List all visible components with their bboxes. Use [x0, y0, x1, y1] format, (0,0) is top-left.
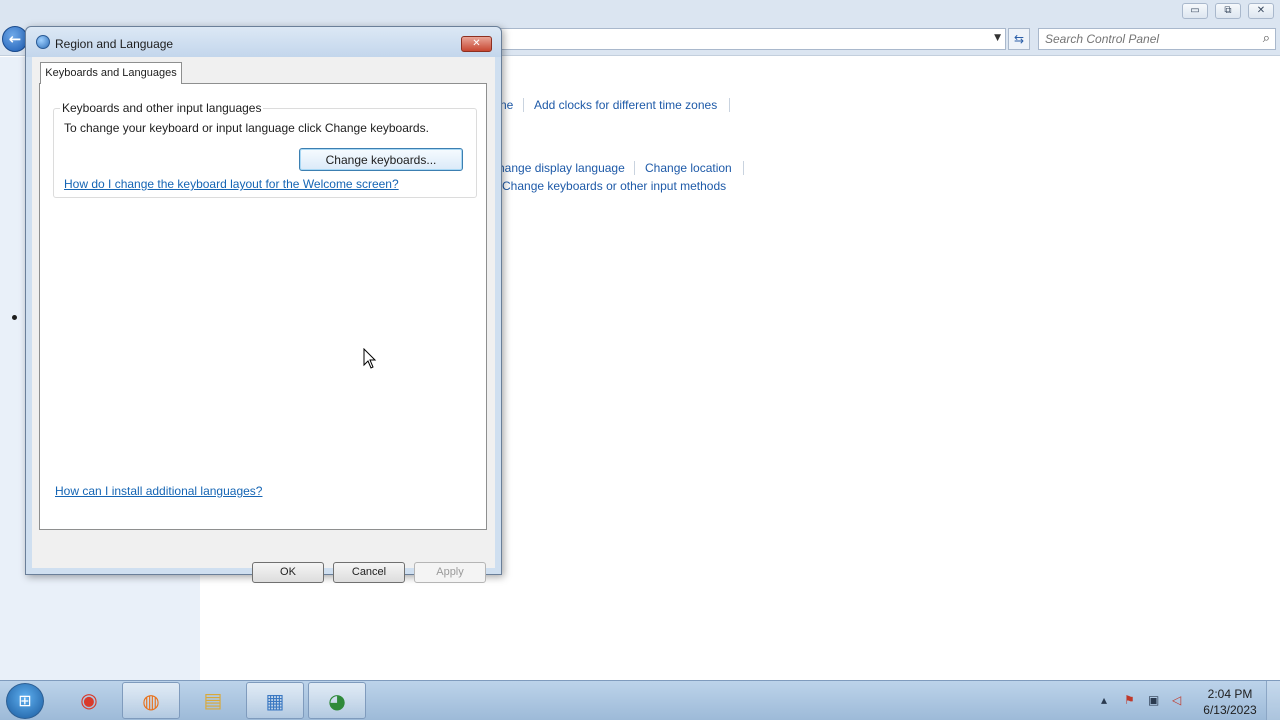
- action-center-flag-icon[interactable]: ⚑: [1124, 693, 1135, 707]
- change-keyboards-button[interactable]: Change keyboards...: [299, 148, 463, 171]
- restore-icon: ⧉: [1224, 5, 1232, 16]
- address-box[interactable]: ▼: [490, 28, 1006, 50]
- network-icon[interactable]: ▣: [1148, 693, 1159, 707]
- taskbar-control-panel[interactable]: ▦: [246, 682, 304, 719]
- mouse-cursor-icon: [363, 348, 377, 369]
- region-language-icon: ◕: [328, 689, 346, 713]
- file-explorer-icon: ▤: [203, 688, 223, 712]
- restore-button[interactable]: ⧉: [1215, 3, 1241, 19]
- volume-muted-icon[interactable]: ◁: [1172, 693, 1181, 707]
- taskbar-chrome[interactable]: ◉: [60, 682, 118, 719]
- close-icon: ✕: [472, 38, 481, 49]
- search-icon[interactable]: ⌕: [1263, 31, 1270, 46]
- show-hidden-icons-icon[interactable]: ▴: [1101, 693, 1107, 707]
- refresh-button[interactable]: ⇆: [1008, 28, 1030, 50]
- control-panel-icon: ▦: [265, 689, 285, 713]
- windows-logo-icon: ⊞: [18, 691, 32, 710]
- region-language-dialog: Region and Language ✕ Keyboards and Lang…: [25, 26, 502, 583]
- add-clocks-link[interactable]: Add clocks for different time zones: [534, 98, 717, 112]
- taskbar-file-explorer[interactable]: ▤: [184, 682, 242, 719]
- input-languages-group: Keyboards and other input languages To c…: [53, 101, 477, 198]
- close-window-button[interactable]: ✕: [1248, 3, 1274, 19]
- clock-date[interactable]: 6/13/2023: [1200, 703, 1260, 717]
- chrome-icon: ◉: [80, 688, 98, 712]
- taskbar-region-language[interactable]: ◕: [308, 682, 366, 719]
- control-panel-titlebar: ▭ ⧉ ✕: [0, 0, 1280, 24]
- dialog-titlebar[interactable]: Region and Language ✕: [26, 27, 501, 57]
- link-separator: [743, 161, 744, 175]
- welcome-screen-layout-link[interactable]: How do I change the keyboard layout for …: [64, 177, 399, 191]
- tab-panel: Keyboards and other input languages To c…: [39, 83, 487, 530]
- clock-time[interactable]: 2:04 PM: [1200, 687, 1260, 701]
- taskbar-firefox[interactable]: ◍: [122, 682, 180, 719]
- minimize-icon: ▭: [1190, 5, 1200, 16]
- taskbar: ⊞ ◉ ◍ ▤ ▦ ◕ ▴ ⚑ ▣ ◁ 2:04 PM 6/13/2023: [0, 680, 1280, 720]
- search-input[interactable]: [1039, 29, 1244, 49]
- start-button[interactable]: ⊞: [6, 683, 44, 719]
- group-title: Keyboards and other input languages: [60, 101, 264, 115]
- change-location-link[interactable]: Change location: [645, 161, 732, 175]
- link-separator: [523, 98, 524, 112]
- firefox-icon: ◍: [142, 689, 160, 713]
- globe-icon: [36, 35, 50, 49]
- set-time-link[interactable]: ne: [500, 98, 513, 112]
- dialog-title: Region and Language: [55, 37, 174, 51]
- group-description: To change your keyboard or input languag…: [64, 121, 429, 135]
- show-desktop-button[interactable]: [1266, 681, 1280, 720]
- ok-button[interactable]: OK: [252, 562, 324, 583]
- change-keyboards-link[interactable]: Change keyboards or other input methods: [502, 179, 726, 193]
- bullet-dot: [12, 315, 17, 320]
- change-display-language-link[interactable]: hange display language: [498, 161, 625, 175]
- link-separator: [634, 161, 635, 175]
- close-icon: ✕: [1256, 5, 1266, 16]
- install-languages-link[interactable]: How can I install additional languages?: [55, 484, 262, 498]
- dialog-body: Keyboards and Languages Keyboards and ot…: [32, 57, 495, 583]
- minimize-button[interactable]: ▭: [1182, 3, 1208, 19]
- tab-keyboards-and-languages[interactable]: Keyboards and Languages: [40, 62, 182, 84]
- apply-button[interactable]: Apply: [414, 562, 486, 583]
- dialog-close-button[interactable]: ✕: [461, 36, 492, 52]
- link-separator: [729, 98, 730, 112]
- chevron-down-icon[interactable]: ▼: [994, 33, 1001, 43]
- back-arrow-icon: ←: [8, 30, 22, 48]
- cancel-button[interactable]: Cancel: [333, 562, 405, 583]
- refresh-icon: ⇆: [1013, 32, 1025, 46]
- search-box[interactable]: ⌕: [1038, 28, 1276, 50]
